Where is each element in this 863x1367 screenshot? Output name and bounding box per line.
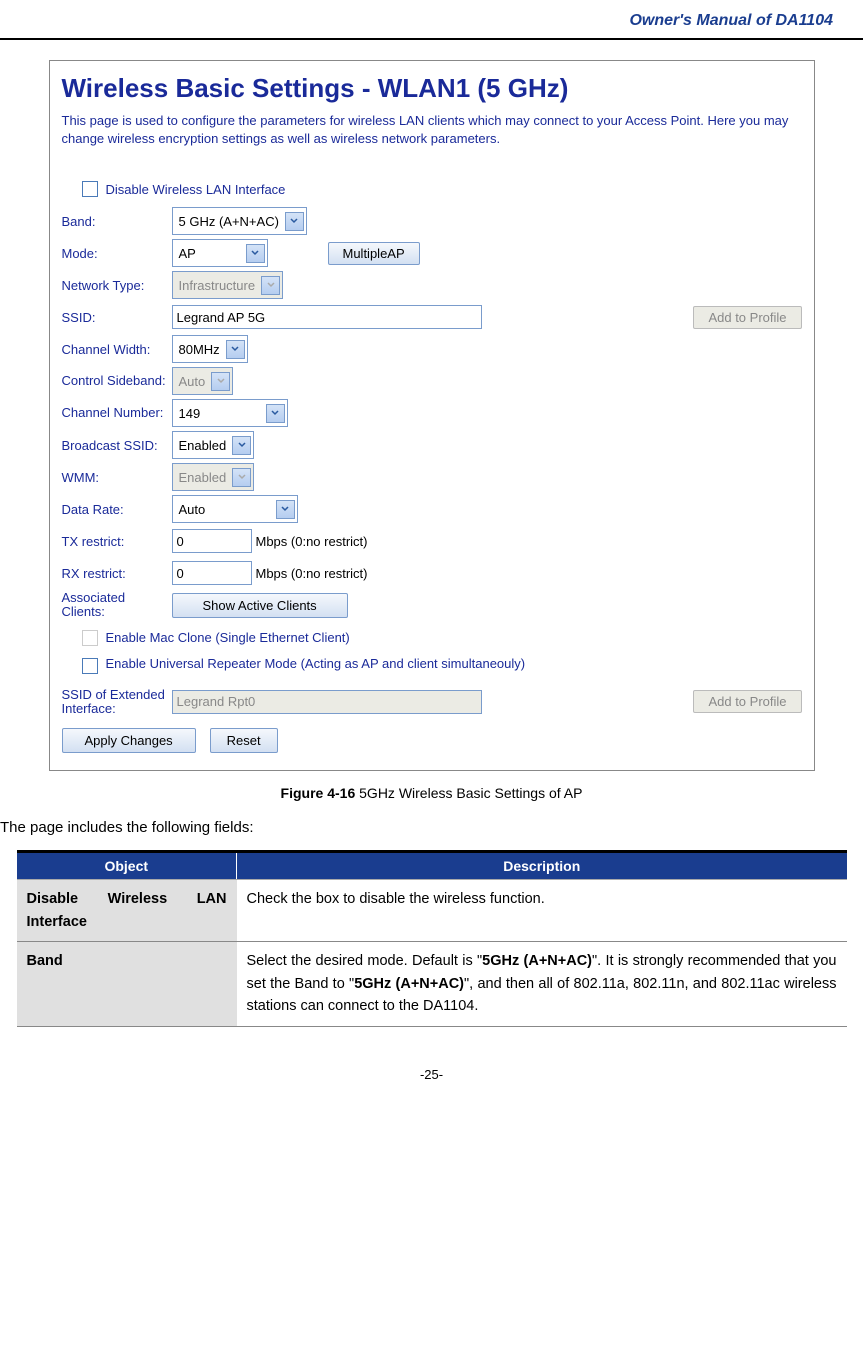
- datarate-value: Auto: [175, 502, 274, 517]
- table-header-object: Object: [17, 852, 237, 880]
- chwidth-label: Channel Width:: [62, 342, 172, 357]
- figure-caption: Figure 4-16 5GHz Wireless Basic Settings…: [0, 785, 863, 801]
- band-value: 5 GHz (A+N+AC): [175, 214, 283, 229]
- chnum-select[interactable]: 149: [172, 399, 288, 427]
- page-number: -25-: [0, 1067, 863, 1082]
- table-row: Disable Wireless LAN InterfaceCheck the …: [17, 880, 847, 942]
- tx-input[interactable]: [172, 529, 252, 553]
- disable-wlan-checkbox[interactable]: [82, 181, 98, 197]
- datarate-label: Data Rate:: [62, 502, 172, 517]
- wmm-value: Enabled: [175, 470, 231, 485]
- chwidth-select[interactable]: 80MHz: [172, 335, 248, 363]
- bcast-value: Enabled: [175, 438, 231, 453]
- description-table: Object Description Disable Wireless LAN …: [17, 850, 847, 1026]
- add-to-profile-button: Add to Profile: [693, 306, 801, 329]
- figure-text: 5GHz Wireless Basic Settings of AP: [355, 785, 582, 801]
- datarate-select[interactable]: Auto: [172, 495, 298, 523]
- chnum-value: 149: [175, 406, 264, 421]
- assoc-label: Associated Clients:: [62, 591, 172, 620]
- extssid-label: SSID of Extended Interface:: [62, 688, 172, 717]
- mode-value: AP: [175, 246, 244, 261]
- bcast-select[interactable]: Enabled: [172, 431, 255, 459]
- chevron-down-icon: [232, 436, 251, 455]
- tx-hint: Mbps (0:no restrict): [256, 534, 368, 549]
- wmm-select: Enabled: [172, 463, 255, 491]
- ssid-label: SSID:: [62, 310, 172, 325]
- nettype-label: Network Type:: [62, 278, 172, 293]
- apply-changes-button[interactable]: Apply Changes: [62, 728, 196, 753]
- chevron-down-icon: [211, 372, 230, 391]
- bcast-label: Broadcast SSID:: [62, 438, 172, 453]
- repeater-checkbox[interactable]: [82, 658, 98, 674]
- page-header: Owner's Manual of DA1104: [0, 0, 863, 40]
- band-select[interactable]: 5 GHz (A+N+AC): [172, 207, 307, 235]
- disable-wlan-label: Disable Wireless LAN Interface: [106, 182, 286, 197]
- band-label: Band:: [62, 214, 172, 229]
- sideband-select: Auto: [172, 367, 234, 395]
- description-cell: Check the box to disable the wireless fu…: [237, 880, 847, 942]
- multipleap-button[interactable]: MultipleAP: [328, 242, 420, 265]
- chevron-down-icon: [261, 276, 280, 295]
- rx-input[interactable]: [172, 561, 252, 585]
- chevron-down-icon: [276, 500, 295, 519]
- macclone-checkbox: [82, 630, 98, 646]
- table-header-description: Description: [237, 852, 847, 880]
- chwidth-value: 80MHz: [175, 342, 224, 357]
- reset-button[interactable]: Reset: [210, 728, 278, 753]
- mode-select[interactable]: AP: [172, 239, 268, 267]
- nettype-value: Infrastructure: [175, 278, 260, 293]
- tx-label: TX restrict:: [62, 534, 172, 549]
- object-cell: Disable Wireless LAN Interface: [17, 880, 237, 942]
- wmm-label: WMM:: [62, 470, 172, 485]
- nettype-select: Infrastructure: [172, 271, 284, 299]
- description-cell: Select the desired mode. Default is "5GH…: [237, 942, 847, 1026]
- chevron-down-icon: [232, 468, 251, 487]
- macclone-label: Enable Mac Clone (Single Ethernet Client…: [106, 630, 350, 645]
- chevron-down-icon: [226, 340, 245, 359]
- chevron-down-icon: [266, 404, 285, 423]
- show-active-clients-button[interactable]: Show Active Clients: [172, 593, 348, 618]
- table-row: BandSelect the desired mode. Default is …: [17, 942, 847, 1026]
- sideband-label: Control Sideband:: [62, 374, 172, 388]
- repeater-label: Enable Universal Repeater Mode (Acting a…: [106, 656, 546, 671]
- rx-hint: Mbps (0:no restrict): [256, 566, 368, 581]
- ssid-input[interactable]: [172, 305, 482, 329]
- screenshot-intro: This page is used to configure the param…: [62, 112, 802, 147]
- mode-label: Mode:: [62, 246, 172, 261]
- intro-text: The page includes the following fields:: [0, 819, 863, 836]
- chnum-label: Channel Number:: [62, 406, 172, 420]
- rx-label: RX restrict:: [62, 566, 172, 581]
- screenshot-title: Wireless Basic Settings - WLAN1 (5 GHz): [62, 73, 802, 104]
- settings-screenshot: Wireless Basic Settings - WLAN1 (5 GHz) …: [49, 60, 815, 771]
- chevron-down-icon: [285, 212, 304, 231]
- object-cell: Band: [17, 942, 237, 1026]
- chevron-down-icon: [246, 244, 265, 263]
- sideband-value: Auto: [175, 374, 210, 389]
- figure-number: Figure 4-16: [281, 785, 356, 801]
- extssid-input: [172, 690, 482, 714]
- add-to-profile-button-2: Add to Profile: [693, 690, 801, 713]
